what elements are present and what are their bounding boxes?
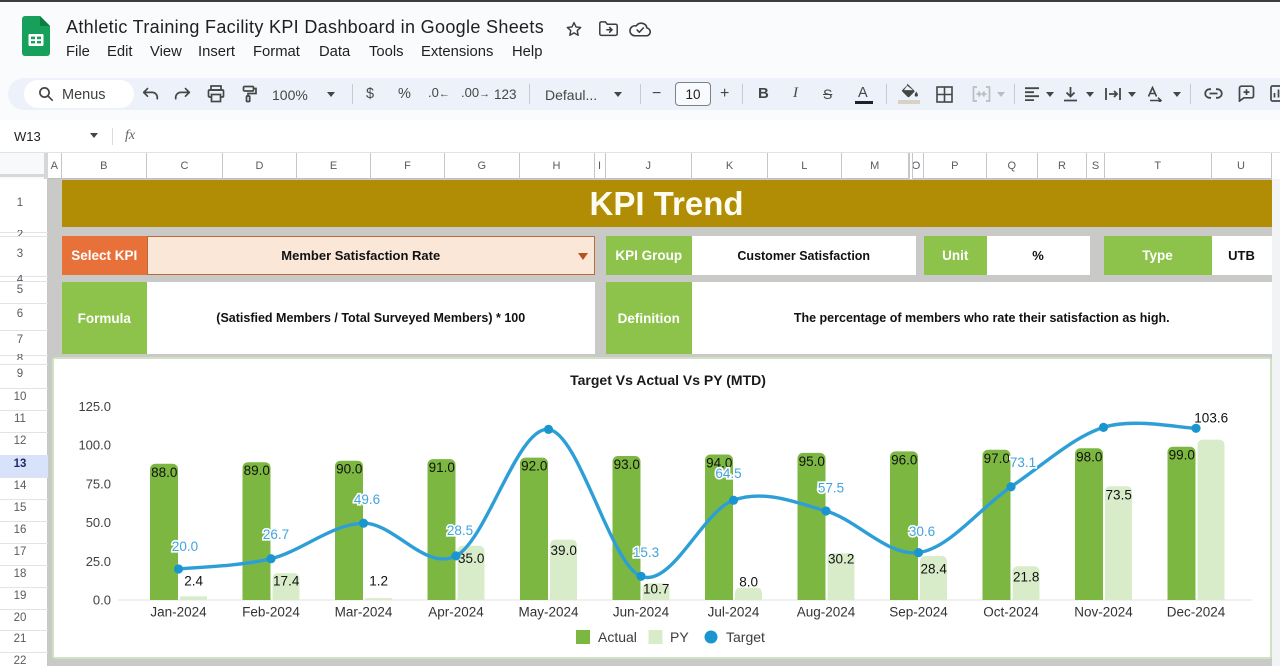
svg-text:May-2024: May-2024 <box>518 605 579 620</box>
svg-text:57.5: 57.5 <box>818 481 844 496</box>
svg-text:30.6: 30.6 <box>909 524 935 539</box>
svg-text:97.0: 97.0 <box>984 451 1010 466</box>
svg-text:8.0: 8.0 <box>739 575 758 590</box>
svg-text:Jan-2024: Jan-2024 <box>150 605 207 620</box>
svg-text:90.0: 90.0 <box>336 462 362 477</box>
svg-text:Feb-2024: Feb-2024 <box>242 605 300 620</box>
svg-text:0.0: 0.0 <box>93 593 111 608</box>
svg-text:PY: PY <box>670 629 689 645</box>
svg-text:Jun-2024: Jun-2024 <box>613 605 670 620</box>
svg-text:39.0: 39.0 <box>551 543 577 558</box>
svg-text:92.0: 92.0 <box>521 459 547 474</box>
svg-text:21.8: 21.8 <box>1013 570 1039 585</box>
svg-text:49.6: 49.6 <box>354 492 380 507</box>
svg-text:89.0: 89.0 <box>244 463 270 478</box>
svg-text:26.7: 26.7 <box>263 527 289 542</box>
svg-text:25.0: 25.0 <box>86 554 111 569</box>
svg-text:Apr-2024: Apr-2024 <box>428 605 484 620</box>
svg-text:17.4: 17.4 <box>273 574 300 589</box>
svg-text:Mar-2024: Mar-2024 <box>335 605 393 620</box>
svg-text:28.4: 28.4 <box>921 562 948 577</box>
svg-text:96.0: 96.0 <box>891 452 917 467</box>
svg-text:Actual: Actual <box>598 629 637 645</box>
svg-text:73.5: 73.5 <box>1106 488 1132 503</box>
svg-text:Aug-2024: Aug-2024 <box>797 605 856 620</box>
svg-text:1.2: 1.2 <box>369 574 388 589</box>
svg-text:30.2: 30.2 <box>828 552 854 567</box>
svg-text:95.0: 95.0 <box>799 454 825 469</box>
svg-text:Nov-2024: Nov-2024 <box>1074 605 1133 620</box>
svg-text:93.0: 93.0 <box>614 457 640 472</box>
svg-text:28.5: 28.5 <box>447 523 473 538</box>
svg-text:73.1: 73.1 <box>1010 455 1036 470</box>
svg-text:15.3: 15.3 <box>633 545 659 560</box>
svg-text:Target Vs Actual Vs PY (MTD): Target Vs Actual Vs PY (MTD) <box>570 372 766 388</box>
svg-text:50.0: 50.0 <box>86 515 111 530</box>
svg-text:Dec-2024: Dec-2024 <box>1167 605 1226 620</box>
svg-text:91.0: 91.0 <box>429 460 455 475</box>
svg-text:100.0: 100.0 <box>78 438 111 453</box>
svg-text:75.0: 75.0 <box>86 476 111 491</box>
svg-text:10.7: 10.7 <box>643 582 669 597</box>
svg-text:98.0: 98.0 <box>1076 449 1102 464</box>
svg-text:88.0: 88.0 <box>151 465 177 480</box>
svg-text:Jul-2024: Jul-2024 <box>708 605 760 620</box>
svg-text:2.4: 2.4 <box>184 574 203 589</box>
svg-text:64.5: 64.5 <box>715 466 741 481</box>
svg-text:125.0: 125.0 <box>78 399 111 414</box>
svg-text:103.6: 103.6 <box>1194 411 1228 426</box>
svg-text:Sep-2024: Sep-2024 <box>889 605 948 620</box>
svg-text:Target: Target <box>726 629 765 645</box>
svg-text:Oct-2024: Oct-2024 <box>983 605 1039 620</box>
svg-text:20.0: 20.0 <box>172 539 198 554</box>
svg-text:99.0: 99.0 <box>1169 448 1195 463</box>
